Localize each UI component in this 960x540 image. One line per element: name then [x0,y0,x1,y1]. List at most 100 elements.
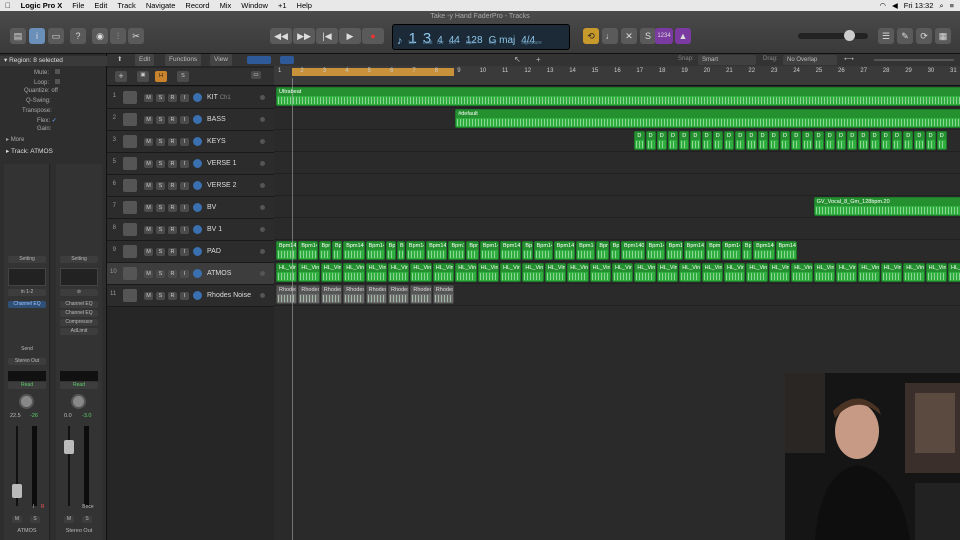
track-lane[interactable]: #default [274,108,960,130]
region[interactable]: HL_Vin [880,263,903,282]
track-name[interactable]: KEYS [207,138,226,145]
region[interactable]: Bpm140_G_High [276,241,298,260]
region[interactable]: Bp [741,241,753,260]
region[interactable]: HL_Vin [679,263,701,282]
lcd-div[interactable]: 4 div [437,35,443,47]
track-name[interactable]: BV [207,204,216,211]
mute-button[interactable]: M [144,160,153,168]
track-name[interactable]: Rhodes Noise [207,292,251,299]
input-monitor-button[interactable]: I [180,94,189,102]
lcd-signature[interactable]: 4/4 signature [521,35,542,47]
lcd-beat[interactable]: 3 beat [423,31,433,47]
region[interactable]: HL_Vin [276,263,298,282]
go-to-start-button[interactable]: |◀ [316,28,338,44]
menu-mix[interactable]: Mix [215,0,237,11]
mute-button[interactable]: M [144,248,153,256]
solo-button[interactable]: S [640,28,656,44]
region[interactable]: Bp [396,241,405,260]
region[interactable]: D [914,131,925,150]
region[interactable]: HL_Vin [656,263,679,282]
bounce-button[interactable]: Bnce [78,504,98,511]
region[interactable]: D [768,131,779,150]
region[interactable]: D [780,131,791,150]
region[interactable]: HL_Vin [813,263,835,282]
region[interactable]: Rhodes [365,285,387,304]
rewind-button[interactable]: ◀◀ [270,28,292,44]
mute-button[interactable]: M [64,516,74,523]
region[interactable]: GV_Vocal_8_Gm_128bpm.20 [813,197,960,216]
track-name[interactable]: VERSE 1 [207,160,237,167]
instrument-icon[interactable] [123,135,137,148]
region[interactable]: Bpm140_G_High [620,241,645,260]
region[interactable]: HL_Vin [612,263,634,282]
input-monitor-button[interactable]: I [180,116,189,124]
region[interactable]: Bpm140_G_High [343,241,365,260]
inspector-button[interactable]: i [29,28,45,44]
region[interactable]: HL_Vin [455,263,477,282]
region[interactable]: HL_Vin [768,263,791,282]
hide-button[interactable]: H [155,71,167,82]
track-lane[interactable] [274,174,960,196]
track-lane[interactable]: GV_Vocal_8_Gm_128bpm.20 [274,196,960,218]
mute-button[interactable]: M [144,94,153,102]
flex-icon[interactable] [193,93,202,102]
record-enable-button[interactable]: R [168,182,177,190]
region[interactable]: D [925,131,936,150]
record-enable-button[interactable]: R [168,138,177,146]
wifi-icon[interactable]: ◠ [879,0,886,11]
solo-button[interactable]: S [156,270,165,278]
view-menu[interactable]: View [210,54,232,66]
region[interactable]: HL_Vin [365,263,387,282]
region[interactable]: D [724,131,735,150]
volume-fader[interactable] [12,484,22,498]
flex-icon[interactable] [193,247,202,256]
menu-app[interactable]: Logic Pro X [16,0,68,11]
region[interactable]: Rhodes [298,285,320,304]
mute-button[interactable]: M [144,226,153,234]
mute-button[interactable]: M [144,292,153,300]
region[interactable]: Bpm140_G_High [775,241,797,260]
track-lane[interactable]: Ultrabeat [274,86,960,108]
region[interactable]: HL_Vin [432,263,455,282]
region[interactable]: HL_Vin [522,263,544,282]
flex-icon[interactable] [193,115,202,124]
solo-button[interactable]: S [156,248,165,256]
track-lane[interactable]: DDDDDDDDDDDDDDDDDDDDDDDDDDDD [274,130,960,152]
track-header-kit[interactable]: 1 M S R I KIT Ch1 [107,87,274,109]
region[interactable]: Bpm140_G_High [683,241,706,260]
browser-button[interactable]: ▦ [935,28,951,44]
solo-button[interactable]: S [156,182,165,190]
input-monitor-button[interactable]: I [180,248,189,256]
menu-track[interactable]: Track [112,0,140,11]
functions-menu[interactable]: Functions [165,54,202,66]
instrument-icon[interactable] [123,91,137,104]
region[interactable]: Bpm140_G_High [298,241,318,260]
ruler[interactable]: 1 2 3 4 5 6 7 8 9 10 11 12 13 14 15 16 17 18 19 20 21 22 23 24 2… [274,66,960,86]
menu-edit[interactable]: Edit [89,0,112,11]
flex-icon[interactable] [193,181,202,190]
zoom-slider[interactable] [874,59,954,61]
region[interactable]: D [634,131,645,150]
region[interactable]: D [869,131,880,150]
region[interactable]: D [880,131,891,150]
track-header-verse-2[interactable]: 6 M S R I VERSE 2 [107,175,274,197]
region[interactable]: D [735,131,746,150]
count-in-button[interactable]: 1234 [655,28,673,44]
send-slot[interactable]: Send [8,346,46,353]
setting-button[interactable]: Setting [60,256,98,263]
clock[interactable]: Fri 13:32 [904,0,934,11]
flex-icon[interactable] [193,225,202,234]
master-volume-slider[interactable] [798,30,868,41]
mute-button[interactable]: M [144,270,153,278]
automation-mode[interactable]: Read [60,382,98,389]
input-monitor-button[interactable]: I [180,138,189,146]
region[interactable]: HL_Vin [410,263,432,282]
param-quantize[interactable]: Quantize: off [24,88,58,97]
solo-button[interactable]: S [30,516,40,523]
track-name[interactable]: KIT Ch1 [207,94,231,101]
solo-button[interactable]: S [156,138,165,146]
waveform-zoom-icon[interactable]: ⟷ [844,55,854,63]
apple-icon[interactable]:  [0,0,16,11]
region[interactable]: D [791,131,802,150]
mute-button[interactable]: M [144,138,153,146]
